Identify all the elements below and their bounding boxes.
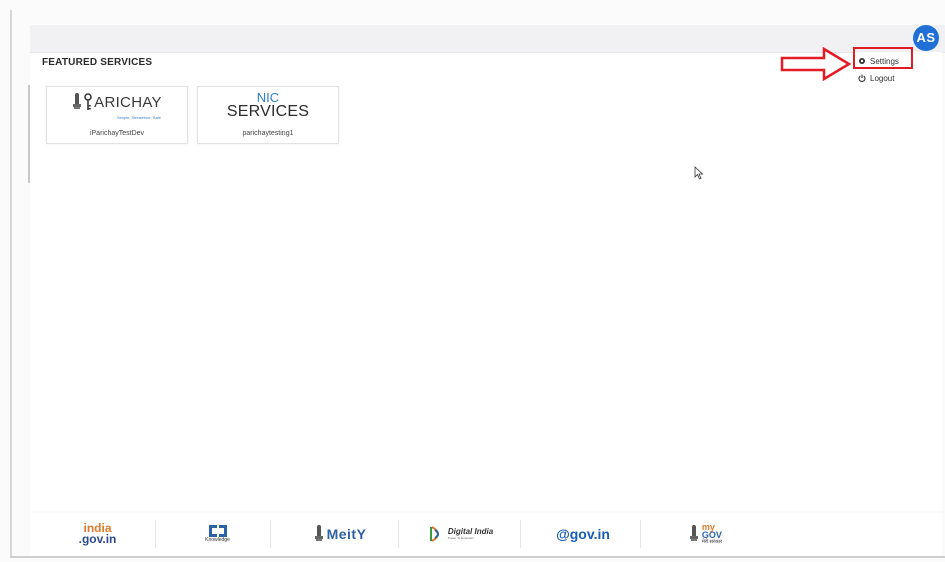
footer-logo-digital-india[interactable]: Digital India Power To Empower [425, 518, 497, 550]
national-emblem-icon [73, 93, 82, 109]
footer-logo-gov-in[interactable]: @gov.in [548, 518, 618, 550]
annotation-highlight-box [853, 47, 913, 69]
parichay-logo-text: ARICHAY [94, 93, 162, 111]
service-card-label: parichaytesting1 [242, 130, 294, 137]
national-emblem-icon [689, 525, 698, 541]
service-card-parichay[interactable]: ARICHAY Simple, Streamline, Safe iParich… [46, 86, 188, 144]
india-gov-line2: .gov.in [78, 532, 117, 546]
mygov-line3: मेरी सरकार [701, 539, 723, 545]
digital-india-line1: Digital India [447, 527, 494, 536]
footer-separator [398, 520, 399, 548]
menu-item-logout[interactable]: Logout [858, 71, 894, 85]
footer-logo-national-knowledge[interactable]: Knowledge [195, 518, 240, 550]
nic-services-logo: NIC SERVICES [198, 91, 338, 123]
digital-india-line2: Power To Empower [447, 536, 474, 540]
key-emblem-icon [84, 93, 92, 110]
gov-in-logo-text: @gov.in [556, 526, 610, 542]
nk-logo-icon [208, 525, 227, 537]
logout-label: Logout [870, 73, 895, 83]
featured-services-title: FEATURED SERVICES [42, 57, 153, 68]
india-gov-logo: india .gov.in [78, 522, 117, 546]
parichay-logo: ARICHAY Simple, Streamline, Safe [47, 93, 187, 125]
footer-separator [640, 520, 641, 548]
content-scrollbar[interactable] [28, 85, 30, 183]
mygov-logo-text: my GOV मेरी सरकार [701, 523, 723, 546]
nk-logo-text: Knowledge [205, 537, 230, 543]
service-card-label: iParichayTestDev [89, 130, 145, 137]
footer-separator [270, 520, 271, 548]
national-emblem-icon [314, 525, 323, 541]
mygov-line2: GOV [701, 530, 722, 540]
footer-separator [155, 520, 156, 548]
footer-logo-meity[interactable]: MeitY [305, 518, 375, 550]
meity-logo-text: MeitY [326, 526, 367, 542]
footer-separator [520, 520, 521, 548]
digital-india-text: Digital India Power To Empower [447, 527, 494, 541]
bottom-border [10, 556, 945, 558]
left-border [10, 10, 12, 558]
annotation-arrow-icon [780, 46, 852, 82]
user-avatar[interactable]: AS [913, 25, 939, 51]
footer-logo-mygov[interactable]: my GOV मेरी सरकार [678, 518, 733, 550]
service-card-nic-services[interactable]: NIC SERVICES parichaytesting1 [197, 86, 339, 144]
power-icon [858, 74, 866, 82]
parichay-tagline: Simple, Streamline, Safe [117, 115, 162, 120]
nic-logo-bottom: SERVICES [226, 103, 310, 120]
digital-india-swoosh-icon [429, 526, 439, 542]
mouse-cursor-icon [694, 166, 704, 180]
footer-logo-india-gov[interactable]: india .gov.in [70, 518, 125, 550]
